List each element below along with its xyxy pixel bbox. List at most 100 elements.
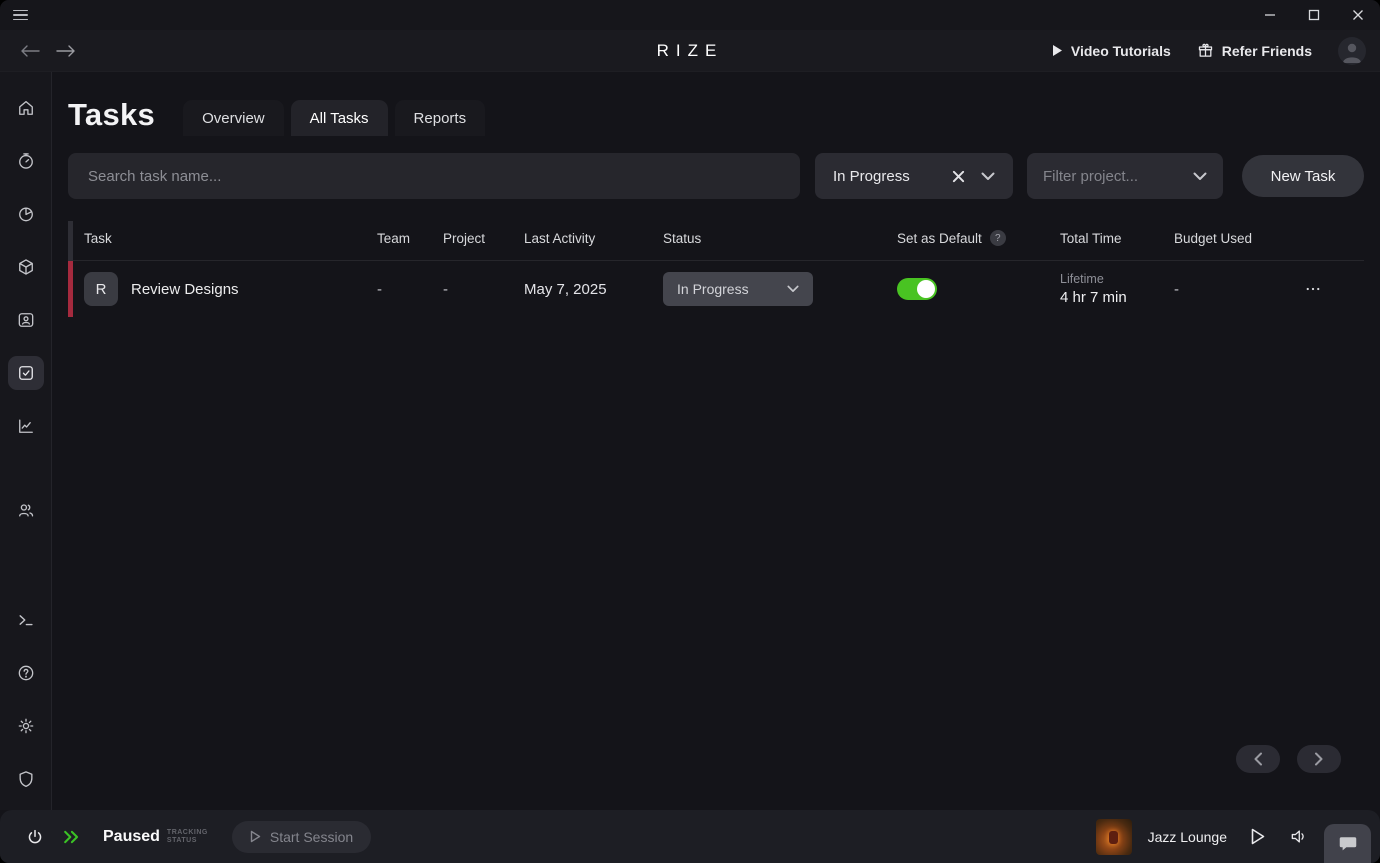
column-header-total-time: Total Time	[1060, 231, 1174, 246]
play-icon	[1052, 44, 1063, 57]
sidebar-item-settings[interactable]	[8, 709, 44, 743]
maximize-icon	[1308, 9, 1320, 21]
double-chevron-icon	[62, 829, 81, 845]
search-input[interactable]	[68, 168, 800, 185]
play-track-button[interactable]	[1251, 828, 1265, 845]
column-header-task: Task	[68, 231, 377, 246]
table-row[interactable]: R Review Designs - - May 7, 2025 In Prog…	[68, 261, 1364, 317]
column-header-budget-used: Budget Used	[1174, 231, 1304, 246]
minimize-button[interactable]	[1248, 0, 1292, 30]
sidebar-item-reports[interactable]	[8, 197, 44, 231]
sidebar-item-tasks[interactable]	[8, 356, 44, 390]
sidebar-item-terminal[interactable]	[8, 603, 44, 637]
column-header-last-activity: Last Activity	[524, 231, 663, 246]
contact-card-icon	[16, 310, 36, 330]
chevron-right-icon	[1314, 752, 1324, 766]
sidebar-item-timer[interactable]	[8, 144, 44, 178]
new-task-button[interactable]: New Task	[1242, 155, 1364, 197]
tab-reports[interactable]: Reports	[395, 100, 486, 136]
close-icon	[1352, 9, 1364, 21]
chat-widget-button[interactable]	[1324, 824, 1371, 863]
search-box	[68, 153, 800, 199]
sidebar	[0, 72, 52, 810]
set-as-default-toggle[interactable]	[897, 278, 937, 300]
time-scope-label: Lifetime	[1060, 272, 1174, 286]
video-tutorials-button[interactable]: Video Tutorials	[1052, 43, 1171, 59]
task-initial-avatar: R	[84, 272, 118, 306]
sidebar-item-help[interactable]	[8, 656, 44, 690]
table-header: Task Team Project Last Activity Status S…	[68, 216, 1364, 261]
tasks-table: Task Team Project Last Activity Status S…	[68, 216, 1364, 317]
app-header: RIZE Video Tutorials Refer Friends	[0, 30, 1380, 72]
avatar[interactable]	[1338, 37, 1366, 65]
gift-icon	[1197, 42, 1214, 59]
tracking-caption-line1: TRACKING	[167, 829, 208, 837]
tab-bar: Overview All Tasks Reports	[183, 100, 485, 136]
project-filter-dropdown[interactable]: Filter project...	[1027, 153, 1223, 199]
sidebar-item-privacy[interactable]	[8, 762, 44, 796]
nav-arrows	[20, 44, 76, 58]
cube-icon	[16, 257, 36, 277]
hamburger-menu-icon[interactable]	[13, 10, 28, 21]
power-button[interactable]	[26, 828, 44, 846]
close-button[interactable]	[1336, 0, 1380, 30]
status-filter-dropdown[interactable]: In Progress	[815, 153, 1013, 199]
tab-overview[interactable]: Overview	[183, 100, 284, 136]
track-name: Jazz Lounge	[1148, 829, 1227, 845]
volume-button[interactable]	[1289, 828, 1308, 845]
checkbox-icon	[16, 363, 36, 383]
cell-last-activity: May 7, 2025	[524, 281, 663, 298]
refer-friends-button[interactable]: Refer Friends	[1197, 42, 1312, 59]
cell-budget-used: -	[1174, 281, 1304, 298]
start-session-button[interactable]: Start Session	[232, 821, 371, 853]
chevron-down-icon	[981, 172, 995, 181]
sidebar-item-projects[interactable]	[8, 250, 44, 284]
total-time-value: 4 hr 7 min	[1060, 289, 1174, 306]
chevron-left-icon	[1253, 752, 1263, 766]
volume-icon	[1289, 828, 1308, 845]
task-name[interactable]: Review Designs	[131, 281, 239, 298]
sidebar-item-analytics[interactable]	[8, 409, 44, 443]
prev-page-button[interactable]	[1236, 745, 1280, 773]
sidebar-item-team[interactable]	[8, 493, 44, 527]
maximize-button[interactable]	[1292, 0, 1336, 30]
album-art[interactable]	[1096, 819, 1132, 855]
status-value: In Progress	[677, 281, 749, 297]
timer-icon	[16, 151, 36, 171]
sidebar-item-home[interactable]	[8, 91, 44, 125]
cell-team: -	[377, 281, 443, 298]
gear-icon	[16, 716, 36, 736]
expand-tracking-button[interactable]	[62, 829, 81, 845]
music-player: Jazz Lounge	[1096, 819, 1308, 855]
page-title: Tasks	[68, 99, 155, 136]
tracking-caption-line2: STATUS	[167, 837, 208, 845]
shield-icon	[16, 769, 36, 789]
video-tutorials-label: Video Tutorials	[1071, 43, 1171, 59]
person-icon	[1338, 37, 1366, 65]
back-arrow-icon[interactable]	[20, 44, 40, 58]
chevron-down-icon	[1193, 172, 1207, 181]
next-page-button[interactable]	[1297, 745, 1341, 773]
titlebar	[0, 0, 1380, 30]
main-content: Tasks Overview All Tasks Reports In Prog…	[52, 72, 1380, 810]
help-tooltip-icon[interactable]: ?	[990, 230, 1006, 246]
refer-friends-label: Refer Friends	[1222, 43, 1312, 59]
tracking-status: Paused	[103, 828, 160, 846]
tab-all-tasks[interactable]: All Tasks	[291, 100, 388, 136]
column-header-status: Status	[663, 231, 897, 246]
column-header-set-as-default: Set as Default ?	[897, 230, 1060, 246]
status-select[interactable]: In Progress	[663, 272, 813, 306]
help-icon	[16, 663, 36, 683]
minimize-icon	[1264, 9, 1276, 21]
header-accent-bar	[68, 221, 73, 261]
ellipsis-icon	[1304, 280, 1322, 298]
project-filter-placeholder: Filter project...	[1043, 168, 1138, 185]
pagination	[1236, 745, 1341, 773]
row-actions-button[interactable]	[1304, 280, 1364, 298]
toggle-knob	[917, 280, 935, 298]
play-outline-icon	[1251, 828, 1265, 845]
sidebar-item-clients[interactable]	[8, 303, 44, 337]
clear-filter-icon[interactable]	[952, 170, 965, 183]
start-session-label: Start Session	[270, 829, 353, 845]
forward-arrow-icon[interactable]	[56, 44, 76, 58]
